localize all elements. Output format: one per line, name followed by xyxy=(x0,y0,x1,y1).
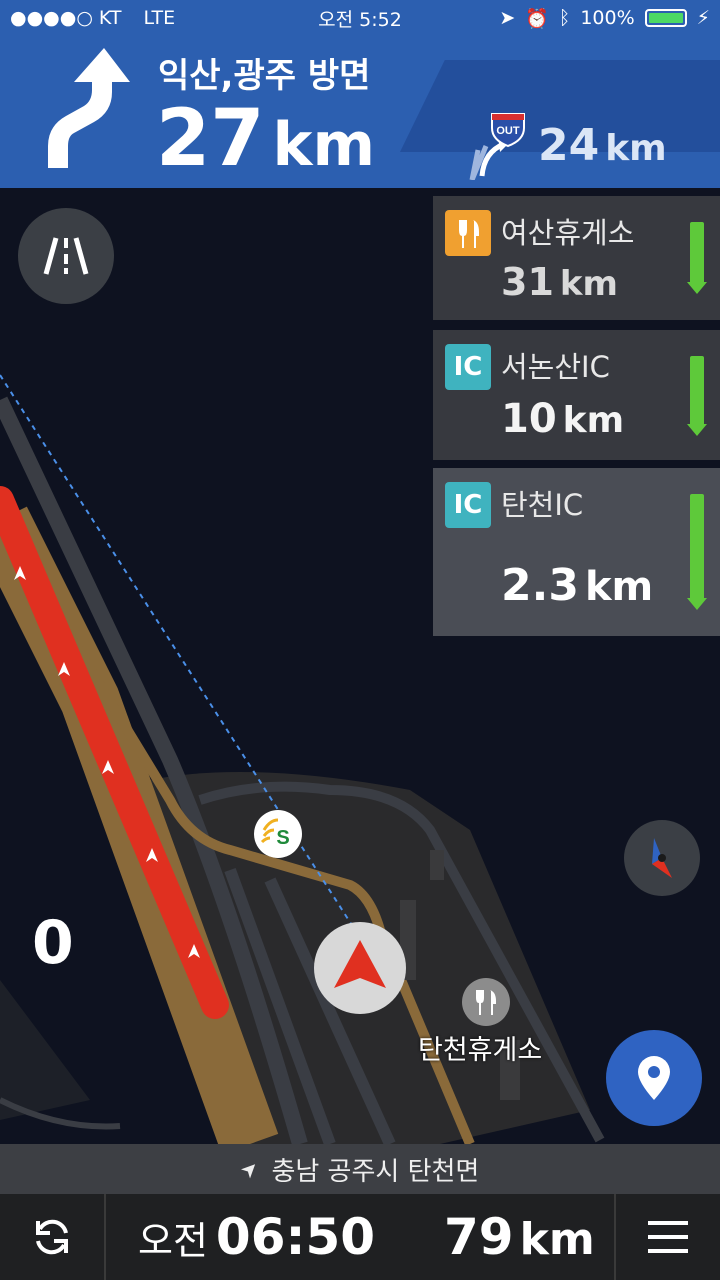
reroute-button[interactable] xyxy=(0,1194,106,1280)
location-arrow-icon: ➤ xyxy=(499,7,516,29)
compass-button[interactable] xyxy=(624,820,700,896)
poi-distance-value: 31 xyxy=(501,260,554,304)
exit-badge-label: OUT xyxy=(496,125,520,137)
rest-area-label: 탄천휴게소 xyxy=(418,1035,543,1066)
carrier-label: ●●●●○ KT xyxy=(10,7,122,29)
exit-distance: 24 km xyxy=(538,120,667,171)
ic-badge-icon: IC xyxy=(445,482,491,528)
poi-distance-value: 10 xyxy=(501,396,557,442)
ic-badge-label: IC xyxy=(453,490,483,520)
poi-card-rest-area[interactable]: 여산휴게소 31 km xyxy=(433,196,720,320)
direction-label: 익산,광주 방면 xyxy=(158,56,371,96)
poi-card-interchange[interactable]: IC 서논산IC 10 km xyxy=(433,330,720,460)
hamburger-menu-icon xyxy=(648,1221,688,1253)
poi-distance-unit: km xyxy=(559,264,618,304)
bottom-bar: 오전 06:50 79 km xyxy=(0,1194,720,1280)
battery-percent: 100% xyxy=(580,7,635,29)
status-bar: ●●●●○ KT LTE 오전 5:52 ➤ ⏰ ᛒ 100% ⚡ xyxy=(0,0,720,36)
turn-arrow-icon xyxy=(48,48,130,168)
poi-distance-unit: km xyxy=(584,564,654,610)
progress-bar xyxy=(687,222,707,294)
bluetooth-icon: ᛒ xyxy=(558,7,571,29)
battery-icon xyxy=(644,9,687,27)
alarm-icon: ⏰ xyxy=(525,7,549,30)
arrival-time-prefix: 오전 xyxy=(138,1219,208,1263)
arrival-time-value: 06:50 xyxy=(215,1208,376,1266)
map-pin-icon xyxy=(638,1056,670,1100)
progress-bar xyxy=(687,356,707,436)
arrival-time: 오전 06:50 xyxy=(138,1208,375,1266)
poi-name: 서논산IC xyxy=(501,350,610,384)
remaining-distance: 79 km xyxy=(444,1208,595,1266)
poi-name: 여산휴게소 xyxy=(501,216,635,250)
location-arrow-icon: ➤ xyxy=(234,1154,264,1184)
current-speed: 0 xyxy=(32,908,74,978)
next-turn-distance: 27 km xyxy=(156,94,375,184)
refresh-icon xyxy=(36,1219,68,1255)
s-oil-logo-icon: S xyxy=(260,818,290,849)
clock: 오전 5:52 xyxy=(318,8,402,31)
lane-view-button[interactable] xyxy=(18,208,114,304)
poi-distance: 31 km xyxy=(501,260,618,304)
compass-icon xyxy=(652,838,672,878)
current-location-label: 충남 공주시 탄천면 xyxy=(271,1156,480,1187)
navigation-arrow-icon xyxy=(334,940,386,988)
rest-area-marker[interactable] xyxy=(462,978,510,1026)
road-lanes-icon xyxy=(43,237,89,275)
restaurant-icon xyxy=(476,990,496,1015)
ic-badge-icon: IC xyxy=(445,344,491,390)
remaining-distance-value: 79 xyxy=(444,1208,514,1266)
restaurant-icon xyxy=(445,210,491,256)
network-label: LTE xyxy=(143,7,176,29)
charging-icon: ⚡ xyxy=(696,7,710,29)
highway-exit-icon: OUT xyxy=(469,113,525,180)
exit-distance-value: 24 xyxy=(538,120,600,171)
poi-distance: 10 km xyxy=(501,396,624,442)
exit-distance-unit: km xyxy=(605,128,667,169)
s-oil-station-marker[interactable]: S xyxy=(254,810,302,858)
menu-button[interactable] xyxy=(614,1194,720,1280)
poi-card-next-interchange[interactable]: IC 탄천IC 2.3 km xyxy=(433,468,720,636)
poi-distance-unit: km xyxy=(562,400,625,441)
ic-badge-label: IC xyxy=(453,352,483,382)
progress-bar xyxy=(687,494,707,610)
poi-distance-value: 2.3 xyxy=(501,560,579,611)
next-turn-distance-value: 27 xyxy=(156,94,265,184)
location-button[interactable] xyxy=(606,1030,702,1126)
svg-text:S: S xyxy=(276,827,289,849)
remaining-distance-unit: km xyxy=(519,1214,595,1265)
poi-distance: 2.3 km xyxy=(501,560,653,611)
current-road-bar[interactable]: ➤ 충남 공주시 탄천면 xyxy=(0,1144,720,1194)
next-turn-distance-unit: km xyxy=(272,110,375,180)
current-position-marker xyxy=(314,922,406,1014)
poi-name: 탄천IC xyxy=(501,488,584,522)
